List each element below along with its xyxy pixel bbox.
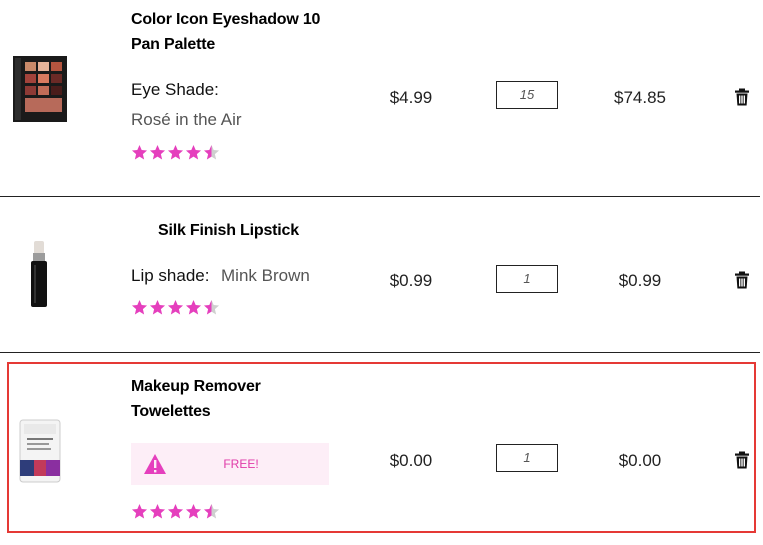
unit-price: $0.99 <box>389 271 433 290</box>
product-title-line[interactable]: Color Icon Eyeshadow 10 <box>131 7 320 32</box>
star-icon <box>185 299 202 315</box>
star-icon <box>185 144 202 160</box>
free-label: FREE! <box>223 457 259 471</box>
star-icon <box>131 144 148 160</box>
star-icon <box>149 299 166 315</box>
shade-value: Mink Brown <box>221 266 310 285</box>
towelettes-pack-icon <box>19 419 61 483</box>
star-icon <box>167 299 184 315</box>
trash-icon <box>735 451 749 469</box>
trash-icon <box>735 271 749 289</box>
star-icon <box>185 503 202 519</box>
line-total: $0.00 <box>618 451 662 470</box>
unit-price: $0.00 <box>389 451 433 470</box>
quantity-input[interactable]: 1 <box>496 265 558 293</box>
delete-icon[interactable] <box>734 451 750 469</box>
delete-icon[interactable] <box>734 271 750 289</box>
unit-price: $4.99 <box>389 88 433 107</box>
shade-label: Lip shade: <box>131 266 210 285</box>
eyeshadow-palette-icon <box>13 56 67 122</box>
shade-value: Rosé in the Air <box>131 110 242 129</box>
star-icon <box>167 503 184 519</box>
shade-label: Eye Shade: <box>131 80 219 99</box>
star-icon <box>203 503 220 519</box>
product-title-line[interactable]: Towelettes <box>131 399 261 424</box>
star-icon <box>203 299 220 315</box>
warning-icon <box>143 453 167 480</box>
rating-stars <box>131 144 220 162</box>
star-icon <box>131 503 148 519</box>
quantity-input[interactable]: 15 <box>496 81 558 109</box>
product-title[interactable]: Color Icon Eyeshadow 10 Pan Palette <box>131 7 320 57</box>
product-image-eyeshadow[interactable] <box>11 54 69 129</box>
selected-item-highlight <box>7 362 756 533</box>
product-title[interactable]: Makeup Remover Towelettes <box>131 374 261 424</box>
row-divider <box>0 196 760 197</box>
delete-icon[interactable] <box>734 88 750 106</box>
star-icon <box>203 144 220 160</box>
product-title-line[interactable]: Pan Palette <box>131 32 320 57</box>
row-divider <box>0 352 760 353</box>
star-icon <box>149 144 166 160</box>
rating-stars <box>131 503 220 521</box>
free-gift-notice: FREE! <box>131 443 329 485</box>
product-title[interactable]: Silk Finish Lipstick <box>158 218 299 243</box>
line-total: $74.85 <box>614 88 666 107</box>
rating-stars <box>131 299 220 317</box>
star-icon <box>131 299 148 315</box>
product-image-lipstick[interactable] <box>28 239 50 314</box>
quantity-input[interactable]: 1 <box>496 444 558 472</box>
line-total: $0.99 <box>618 271 662 290</box>
trash-icon <box>735 88 749 106</box>
product-title-line[interactable]: Makeup Remover <box>131 374 261 399</box>
star-icon <box>167 144 184 160</box>
star-icon <box>149 503 166 519</box>
lipstick-icon <box>31 241 47 307</box>
product-image-towelettes[interactable] <box>18 418 62 489</box>
